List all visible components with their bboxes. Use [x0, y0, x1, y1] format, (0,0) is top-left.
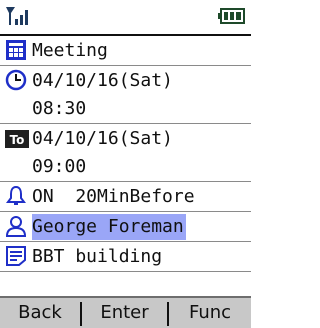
event-title-row[interactable]: Meeting	[0, 36, 251, 66]
calendar-icon	[5, 39, 27, 61]
event-title: Meeting	[32, 40, 108, 61]
start-datetime-row[interactable]: 04/10/16(Sat) 08:30	[0, 66, 251, 124]
location-text: BBT building	[32, 246, 163, 267]
calendar-event-detail-screen: Meeting 04/10/16(Sat) 08:30 To 04/10/16(…	[0, 0, 251, 328]
end-date: 04/10/16(Sat)	[32, 128, 173, 149]
start-date: 04/10/16(Sat)	[32, 70, 173, 91]
end-time: 09:00	[32, 156, 87, 177]
alarm-row[interactable]: ON 20MinBefore	[0, 182, 251, 212]
enter-softkey[interactable]: Enter	[82, 298, 167, 328]
softkey-bar: Back Enter Func	[0, 296, 251, 328]
contact-name: George Foreman	[32, 214, 186, 240]
back-softkey[interactable]: Back	[0, 298, 80, 328]
person-icon	[5, 215, 27, 237]
signal-strength-icon	[6, 7, 28, 25]
to-badge-label: To	[10, 133, 25, 147]
status-bar	[0, 0, 251, 36]
location-row[interactable]: BBT building	[0, 242, 251, 272]
note-icon	[5, 245, 27, 267]
contact-row[interactable]: George Foreman	[0, 212, 251, 242]
start-time: 08:30	[32, 98, 87, 119]
to-badge-icon: To	[5, 128, 29, 150]
alarm-setting: ON 20MinBefore	[32, 186, 195, 207]
bell-icon	[5, 185, 27, 207]
battery-icon	[218, 8, 245, 24]
end-datetime-row[interactable]: To 04/10/16(Sat) 09:00	[0, 124, 251, 182]
func-softkey[interactable]: Func	[169, 298, 251, 328]
clock-icon	[5, 69, 27, 91]
